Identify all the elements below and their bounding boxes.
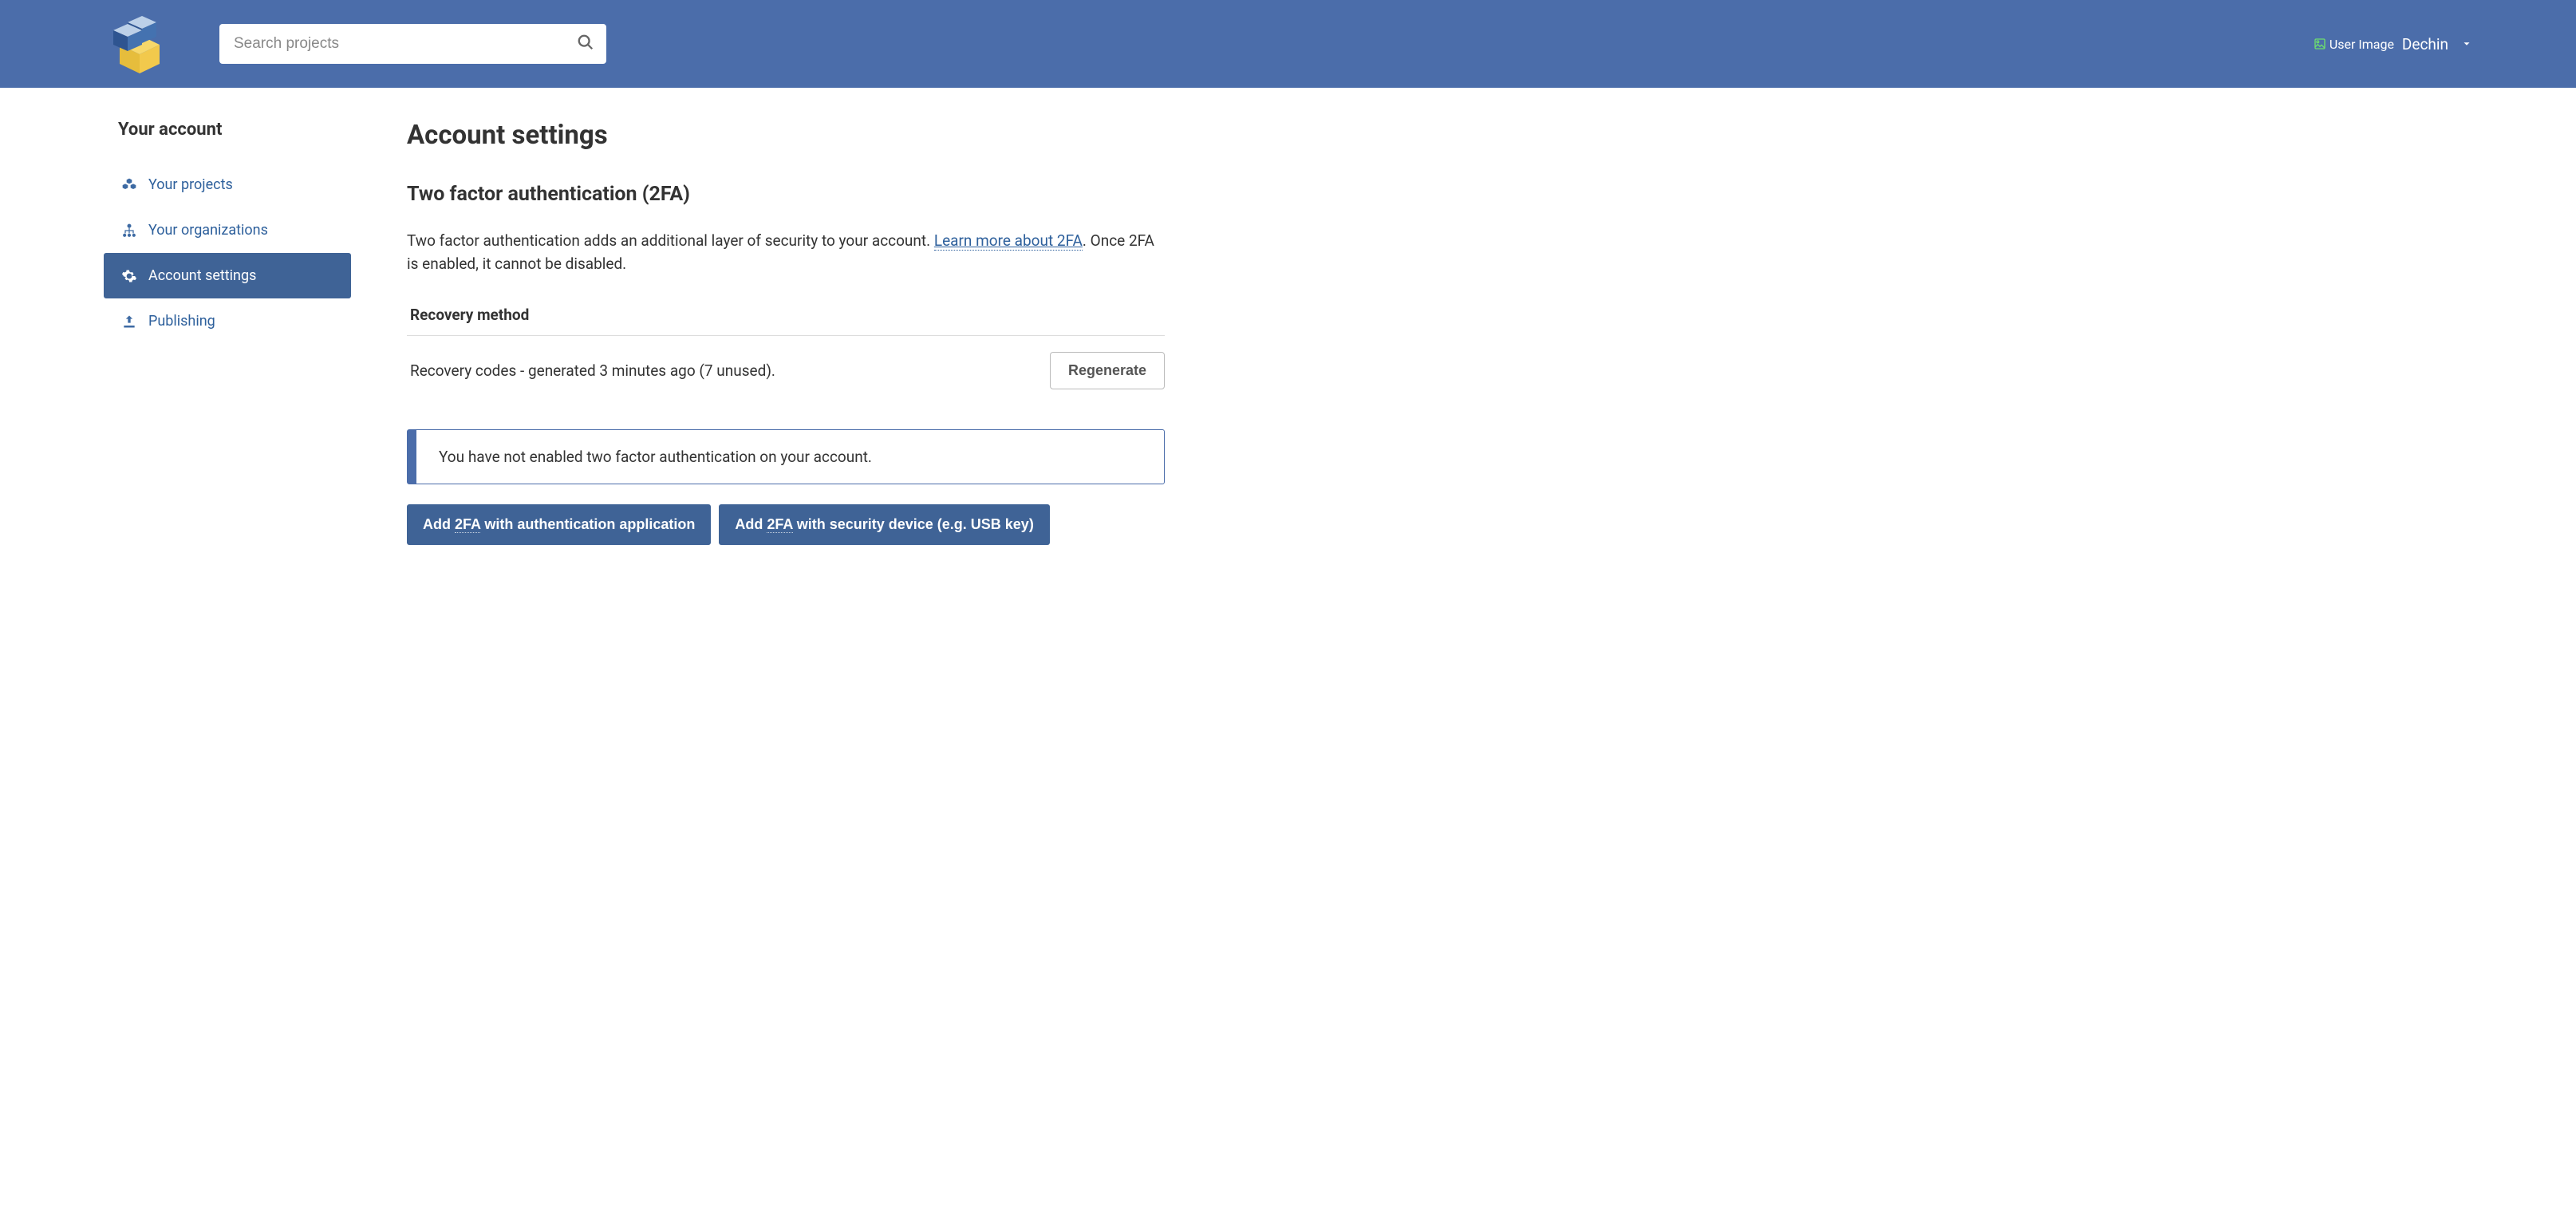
desc-text-1: Two factor authentication adds an additi… [407,231,934,250]
sidebar-item-label: Your organizations [148,222,268,239]
page-body: Your account Your projects Your organiza… [0,88,2576,577]
search-input[interactable] [219,24,606,64]
sidebar-item-projects[interactable]: Your projects [104,162,351,207]
user-menu[interactable]: User Image Dechin [2314,35,2472,53]
recovery-heading: Recovery method [407,299,1165,336]
sidebar-item-publishing[interactable]: Publishing [104,298,351,344]
sidebar-title: Your account [104,120,351,140]
page-title: Account settings [407,120,1165,151]
sidebar: Your account Your projects Your organiza… [104,120,351,545]
learn-more-link[interactable]: Learn more about 2FA [934,231,1083,251]
user-avatar: User Image [2314,37,2394,52]
btn-text: with authentication application [480,516,695,532]
user-image-alt: User Image [2329,37,2394,52]
boxes-icon [121,177,137,193]
section-title: Two factor authentication (2FA) [407,183,1165,206]
sidebar-item-label: Account settings [148,267,256,284]
recovery-codes-text: Recovery codes - generated 3 minutes ago… [407,361,775,380]
regenerate-button[interactable]: Regenerate [1050,352,1165,389]
sidebar-item-label: Publishing [148,313,215,330]
btn-text: with security device (e.g. USB key) [793,516,1034,532]
upload-icon [121,314,137,330]
username: Dechin [2402,35,2448,53]
add-2fa-device-button[interactable]: Add 2FA with security device (e.g. USB k… [719,504,1049,545]
alert-text: You have not enabled two factor authenti… [439,448,872,466]
btn-text: Add [423,516,455,532]
header: User Image Dechin [0,0,2576,88]
btn-text: Add [735,516,767,532]
section-description: Two factor authentication adds an additi… [407,230,1165,275]
search-icon[interactable] [577,34,594,54]
gear-icon [121,268,137,284]
alert-2fa-not-enabled: You have not enabled two factor authenti… [407,429,1165,484]
abbr-2fa: 2FA [767,516,792,533]
sidebar-item-label: Your projects [148,176,233,193]
recovery-row: Recovery codes - generated 3 minutes ago… [407,352,1165,389]
sitemap-icon [121,223,137,239]
2fa-button-row: Add 2FA with authentication application … [407,504,1165,545]
abbr-2fa: 2FA [455,516,480,533]
caret-down-icon [2461,35,2472,53]
site-logo[interactable] [104,14,176,74]
sidebar-item-account-settings[interactable]: Account settings [104,253,351,298]
main-content: Account settings Two factor authenticati… [407,120,1165,545]
sidebar-item-organizations[interactable]: Your organizations [104,207,351,253]
search-form [219,24,606,64]
add-2fa-app-button[interactable]: Add 2FA with authentication application [407,504,711,545]
